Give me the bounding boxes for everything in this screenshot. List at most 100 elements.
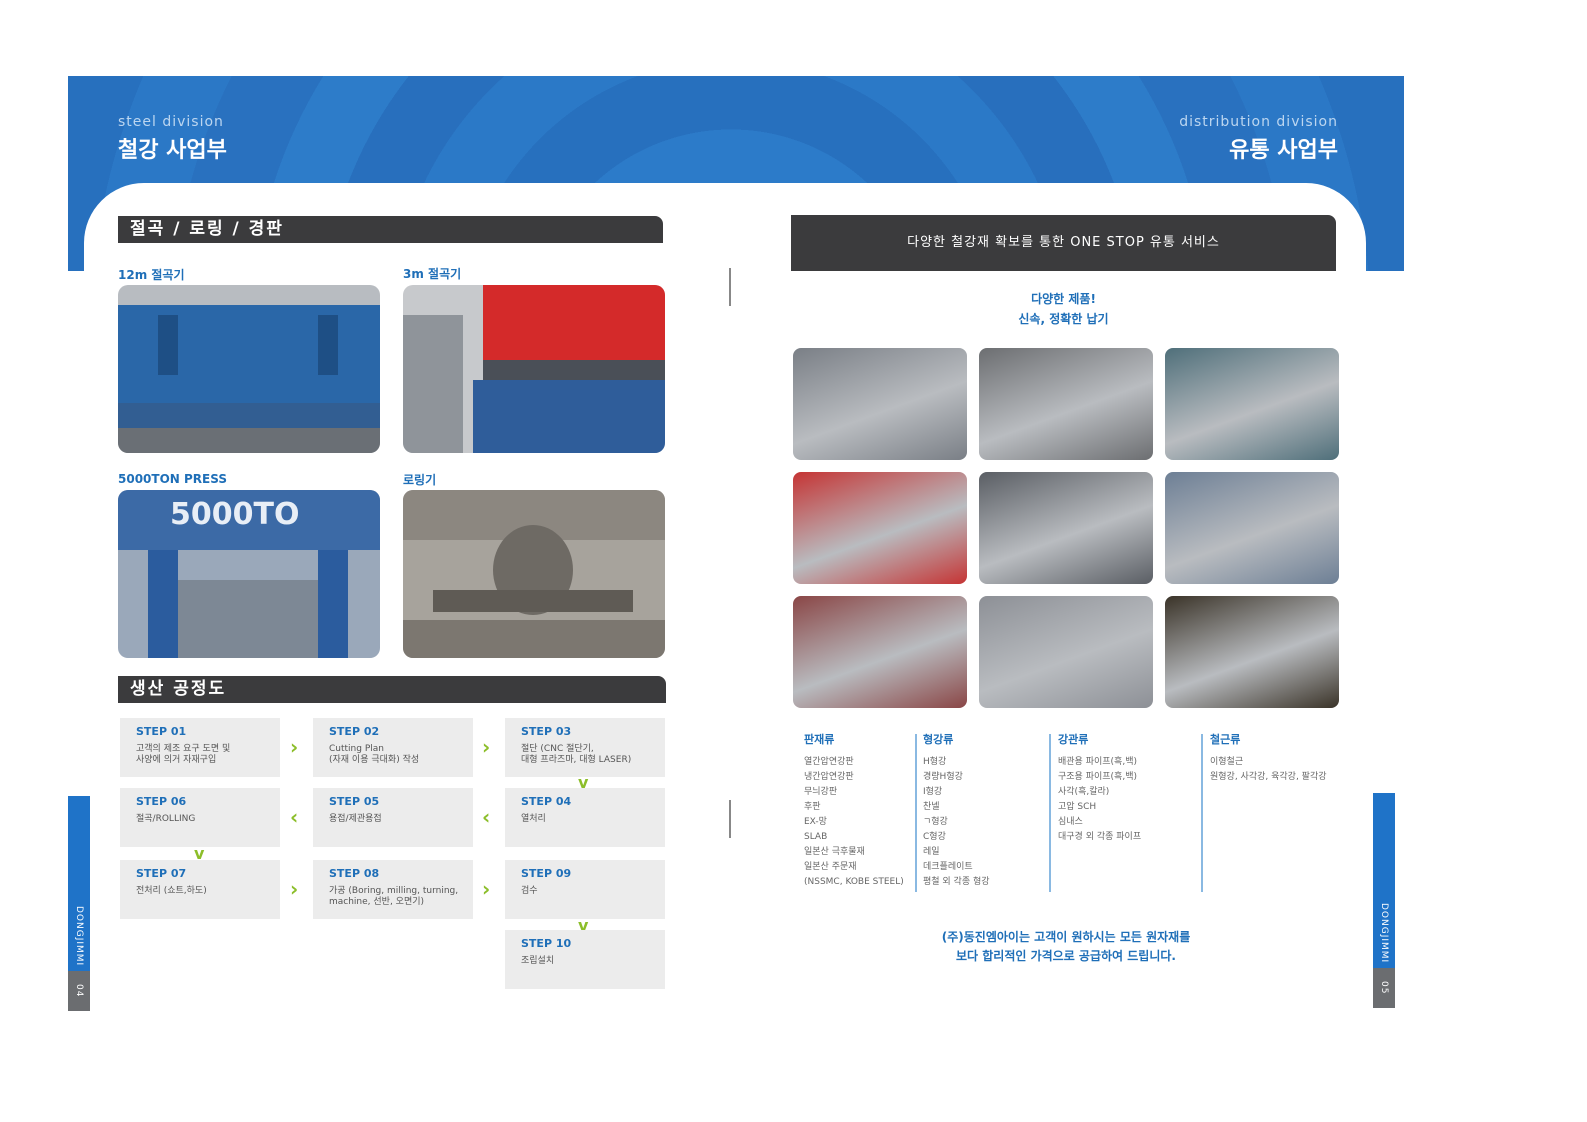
- process-step: STEP 09 검수: [505, 860, 665, 919]
- process-step: STEP 03 절단 (CNC 절단기, 대형 프라즈마, 대형 LASER): [505, 718, 665, 777]
- slogan-line-2: 신속, 정확한 납기: [1018, 312, 1109, 326]
- category-title: 형강류: [923, 733, 954, 746]
- process-step: STEP 07 전처리 (쇼트,하도): [120, 860, 280, 919]
- category-item: 찬넬: [923, 802, 940, 812]
- category-divider: [915, 734, 917, 892]
- arrow-right-icon: ›: [482, 877, 491, 901]
- slogan-line-1: 다양한 제품!: [1031, 292, 1096, 306]
- angles-photo: [1165, 596, 1339, 708]
- category-item: 이형철근: [1210, 757, 1244, 767]
- category-items: 배관용 파이프(흑,백) 구조용 파이프(흑,백) 사각(흑,칼라) 고압 SCH 심내…: [1058, 755, 1141, 845]
- tubes-photo: [793, 596, 967, 708]
- process-step: STEP 05 용접/제관용접: [313, 788, 473, 847]
- section-title-bending: 절곡 / 로링 / 경판: [118, 216, 663, 243]
- step-title: STEP 05: [329, 795, 380, 808]
- step-title: STEP 02: [329, 725, 380, 738]
- photo-label: 5000TON PRESS: [118, 472, 227, 486]
- side-tab: DONGJIMMI 04: [68, 796, 90, 1011]
- step-title: STEP 04: [521, 795, 572, 808]
- left-page: steel division 철강 사업부 절곡 / 로링 / 경판 12m 절…: [68, 76, 731, 1011]
- process-step: STEP 01 고객의 제조 요구 도면 및 사양에 의거 자재구입: [120, 718, 280, 777]
- step-desc: 검수: [521, 886, 538, 896]
- category-item: H형강: [923, 757, 947, 767]
- category-title: 강관류: [1058, 733, 1089, 746]
- step-desc: 절곡/ROLLING: [136, 814, 196, 824]
- right-page: distribution division 유통 사업부 다양한 철강재 확보를…: [731, 76, 1404, 1011]
- painted-plates-photo: [1165, 348, 1339, 460]
- process-step: STEP 06 절곡/ROLLING: [120, 788, 280, 847]
- steel-plates-photo: [793, 348, 967, 460]
- category-divider: [1049, 734, 1051, 892]
- category-items: H형강 경량H형강 I형강 찬넬 ㄱ형강 C형강 레일 데크플레이트 평철 외 각종 형강: [923, 755, 990, 890]
- category-divider: [1201, 734, 1203, 892]
- page-number: 05: [1379, 981, 1389, 995]
- division-title: 유통 사업부: [1229, 138, 1338, 163]
- process-step: STEP 02 Cutting Plan (자재 이용 극대화) 작성: [313, 718, 473, 777]
- category-item: 사각(흑,칼라): [1058, 787, 1110, 797]
- division-title: 철강 사업부: [118, 138, 227, 163]
- category-item: 경량H형강: [923, 772, 963, 782]
- step-title: STEP 06: [136, 795, 187, 808]
- bending-machine-3m-photo: [403, 285, 665, 453]
- category-item: ㄱ형강: [923, 817, 948, 827]
- category-item: 고압 SCH: [1058, 802, 1097, 812]
- process-step: STEP 04 열처리: [505, 788, 665, 847]
- category-item: 대구경 외 각종 파이프: [1058, 832, 1142, 842]
- photo-label: 로링기: [403, 473, 437, 487]
- category-item: 열간압연강판: [804, 757, 854, 767]
- press-5000ton-photo: 5000TO: [118, 490, 380, 658]
- category-sections: 형강류 H형강 경량H형강 I형강 찬넬 ㄱ형강 C형강 레일 데크플레이트 평철 외 각종 형…: [923, 731, 990, 890]
- category-item: 원형강, 사각강, 육각강, 팔각강: [1210, 772, 1327, 782]
- stacked-bars-photo: [1165, 472, 1339, 584]
- category-title: 판재류: [804, 733, 835, 746]
- category-item: 일본산 극후물재: [804, 847, 865, 857]
- category-item: 무늬강판: [804, 787, 838, 797]
- photo-label: 3m 절곡기: [403, 267, 462, 281]
- rolling-machine-photo: [403, 490, 665, 658]
- step-desc: 전처리 (쇼트,하도): [136, 886, 207, 896]
- round-bars-photo: [793, 472, 967, 584]
- category-item: EX-망: [804, 817, 827, 827]
- step-desc: Cutting Plan (자재 이용 극대화) 작성: [329, 744, 420, 765]
- category-pipes: 강관류 배관용 파이프(흑,백) 구조용 파이프(흑,백) 사각(흑,칼라) 고압 S…: [1058, 731, 1141, 845]
- arrow-left-icon: ‹: [290, 805, 299, 829]
- brochure-spread: steel division 철강 사업부 절곡 / 로링 / 경판 12m 절…: [0, 0, 1587, 1122]
- step-title: STEP 03: [521, 725, 572, 738]
- category-item: 심내스: [1058, 817, 1083, 827]
- step-desc: 가공 (Boring, milling, turning, machine, 선…: [329, 886, 459, 907]
- category-title: 철근류: [1210, 733, 1241, 746]
- thick-plates-photo: [979, 348, 1153, 460]
- process-step: STEP 10 조립설치: [505, 930, 665, 989]
- category-item: SLAB: [804, 832, 828, 842]
- category-item: 일본산 주문재: [804, 862, 857, 872]
- category-item: 배관용 파이프(흑,백): [1058, 757, 1137, 767]
- category-items: 열간압연강판냉간압연강판무늬강판후판 EX-망 SLAB 일본산 극후물재일본산 주문…: [804, 755, 904, 890]
- section-title-process: 생산 공정도: [118, 676, 666, 703]
- step-desc: 고객의 제조 요구 도면 및 사양에 의거 자재구입: [136, 744, 231, 765]
- category-item: 냉간압연강판: [804, 772, 854, 782]
- category-item: C형강: [923, 832, 946, 842]
- step-title: STEP 09: [521, 867, 572, 880]
- arrow-right-icon: ›: [290, 877, 299, 901]
- side-brand: DONGJIMMI: [74, 905, 84, 967]
- closing-line-2: 보다 합리적인 가격으로 공급하여 드립니다.: [956, 949, 1176, 963]
- category-item: 레일: [923, 847, 940, 857]
- division-en: steel division: [118, 114, 224, 130]
- step-title: STEP 07: [136, 867, 187, 880]
- category-item: (NSSMC, KOBE STEEL): [804, 877, 904, 887]
- category-item: 후판: [804, 802, 821, 812]
- rack-bars-photo: [979, 472, 1153, 584]
- side-brand: DONGJIMMI: [1379, 902, 1389, 964]
- category-item: I형강: [923, 787, 943, 797]
- step-title: STEP 08: [329, 867, 380, 880]
- category-item: 평철 외 각종 형강: [923, 877, 990, 887]
- step-desc: 열처리: [521, 814, 546, 824]
- side-tab: DONGJIMMI 05: [1373, 793, 1395, 1008]
- step-desc: 절단 (CNC 절단기, 대형 프라즈마, 대형 LASER): [521, 744, 632, 765]
- division-en: distribution division: [1179, 114, 1338, 130]
- press-overlay-text: 5000TO: [170, 497, 299, 532]
- step-title: STEP 10: [521, 937, 572, 950]
- arrow-left-icon: ‹: [482, 805, 491, 829]
- closing-line-1: (주)동진엠아이는 고객이 원하시는 모든 원자재를: [941, 930, 1191, 944]
- h-beam-photo: [979, 596, 1153, 708]
